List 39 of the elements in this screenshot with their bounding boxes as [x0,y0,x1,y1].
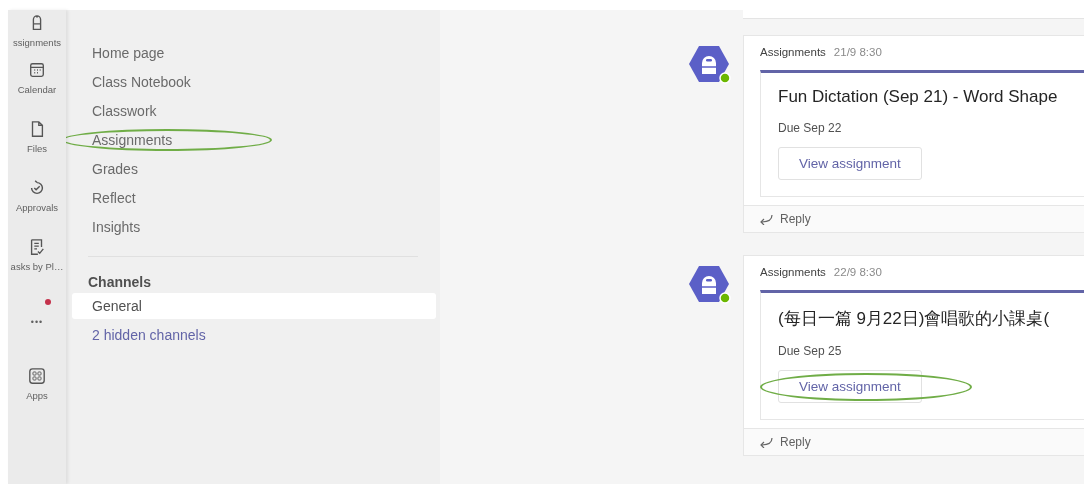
nav-item[interactable]: Assignments [92,131,173,148]
rail-label[interactable]: Files [26,142,48,154]
timestamp: 21/9 8:30 [833,46,882,58]
reply-label: Reply [780,435,811,449]
reply-button[interactable]: Reply [758,212,811,226]
section-heading: Channels [87,273,152,289]
assignment-title: (每日一篇 9月22日)會唱歌的小課桌( [778,308,1051,330]
timestamp: 22/9 8:30 [833,266,882,278]
view-assignment-button[interactable]: View assignment [778,147,922,180]
reply-button[interactable]: Reply [758,435,811,449]
rail-label[interactable]: Approvals [15,201,59,213]
nav-item[interactable]: Home page [92,44,165,61]
calendar-icon[interactable] [28,60,46,79]
due-date: Due Sep 22 [778,121,843,135]
rail-label[interactable]: Apps [26,389,48,401]
apps-icon[interactable] [28,366,46,385]
bot-avatar-icon [688,263,732,307]
more-button[interactable]: ••• [30,317,44,327]
rail-label[interactable]: Calendar [17,83,57,95]
channel-item[interactable]: General [72,293,436,319]
rail-label[interactable]: asks by Pl… [10,260,64,272]
nav-item[interactable]: Insights [92,218,141,235]
checklist-icon[interactable] [28,237,46,256]
reply-arrow-icon [758,213,774,225]
due-date: Due Sep 25 [778,344,843,358]
view-assignment-button[interactable]: View assignment [778,370,922,403]
sender-name: Assignments [760,46,826,58]
assignment-title: Fun Dictation (Sep 21) - Word Shape [778,87,1059,107]
nav-item[interactable]: Classwork [92,102,157,119]
bot-avatar-icon [688,43,732,87]
hidden-channels-link[interactable]: 2 hidden channels [92,327,206,343]
reply-arrow-icon [758,436,774,448]
nav-item[interactable]: Grades [92,160,138,177]
nav-item[interactable]: Reflect [92,189,136,206]
approval-icon[interactable] [28,178,46,197]
sender-name: Assignments [760,266,826,278]
reply-label: Reply [780,212,811,226]
rail-label[interactable]: ssignments [12,37,62,48]
nav-item[interactable]: Class Notebook [92,73,191,90]
